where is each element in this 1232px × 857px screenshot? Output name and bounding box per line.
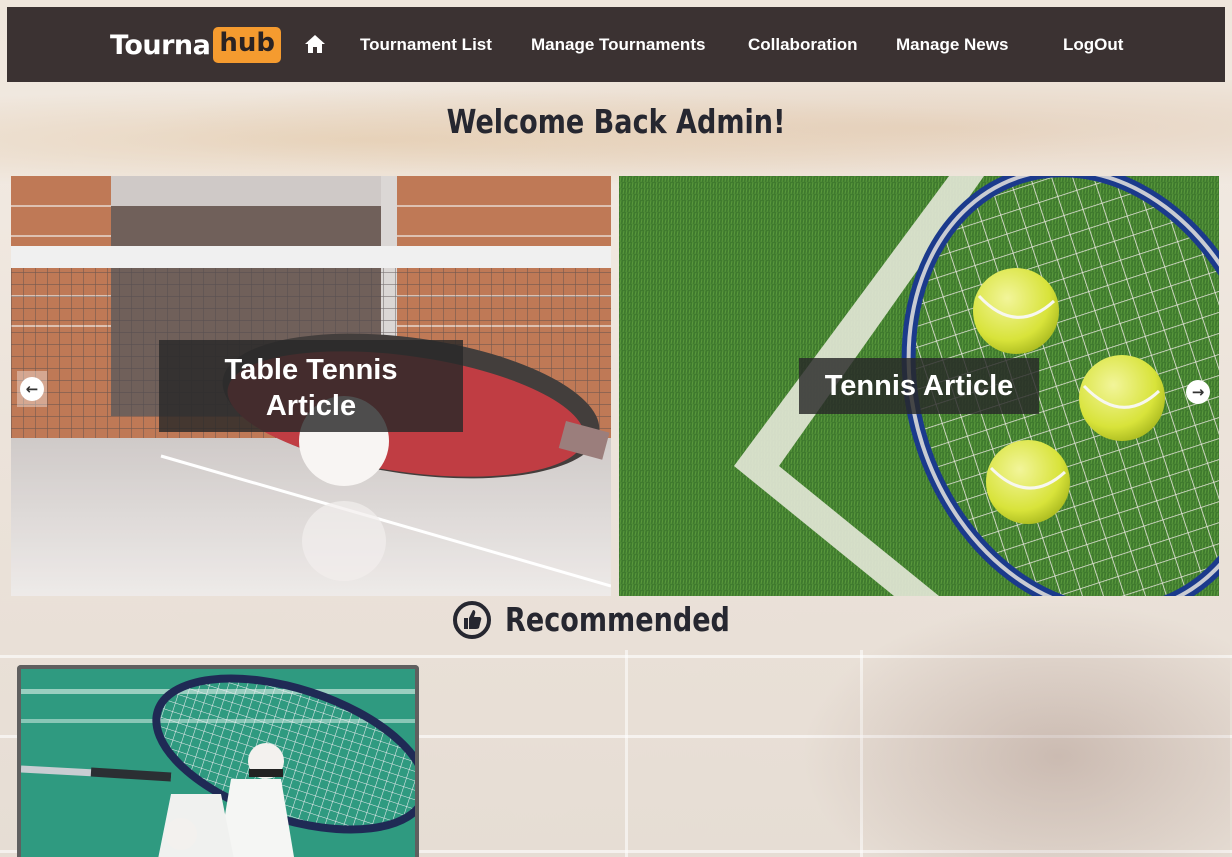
arrow-left-icon: ← bbox=[20, 377, 44, 401]
logo[interactable]: Tourna hub bbox=[110, 27, 281, 63]
home-icon[interactable] bbox=[304, 33, 326, 55]
nav-collaboration[interactable]: Collaboration bbox=[748, 35, 858, 55]
thumbs-up-icon bbox=[452, 600, 491, 639]
recommended-card[interactable] bbox=[17, 665, 419, 857]
badminton-image bbox=[21, 669, 415, 857]
carousel-slide-tennis[interactable]: Tennis Article bbox=[619, 176, 1219, 596]
welcome-heading: Welcome Back Admin! bbox=[446, 102, 786, 141]
carousel-slide-table-tennis[interactable]: Table Tennis Article bbox=[11, 176, 611, 596]
slide-caption-line2: Article bbox=[265, 390, 357, 422]
slide-caption-table-tennis[interactable]: Table Tennis Article bbox=[159, 340, 463, 432]
nav-manage-news[interactable]: Manage News bbox=[896, 35, 1008, 55]
carousel-next-button[interactable]: → bbox=[1183, 374, 1213, 410]
slide-caption-tennis[interactable]: Tennis Article bbox=[799, 358, 1039, 414]
nav-manage-tournaments[interactable]: Manage Tournaments bbox=[531, 35, 705, 55]
logo-text: Tourna bbox=[110, 29, 211, 61]
nav-logout[interactable]: LogOut bbox=[1063, 35, 1123, 55]
arrow-right-icon: → bbox=[1186, 380, 1210, 404]
carousel-prev-button[interactable]: ← bbox=[17, 371, 47, 407]
recommended-title: Recommended bbox=[504, 600, 730, 639]
logo-badge: hub bbox=[213, 27, 281, 63]
navbar: Tourna hub Tournament List Manage Tourna… bbox=[7, 7, 1225, 82]
recommended-header: Recommended bbox=[0, 600, 1232, 644]
slide-caption-line1: Table Tennis bbox=[224, 354, 398, 386]
nav-tournament-list[interactable]: Tournament List bbox=[360, 35, 492, 55]
